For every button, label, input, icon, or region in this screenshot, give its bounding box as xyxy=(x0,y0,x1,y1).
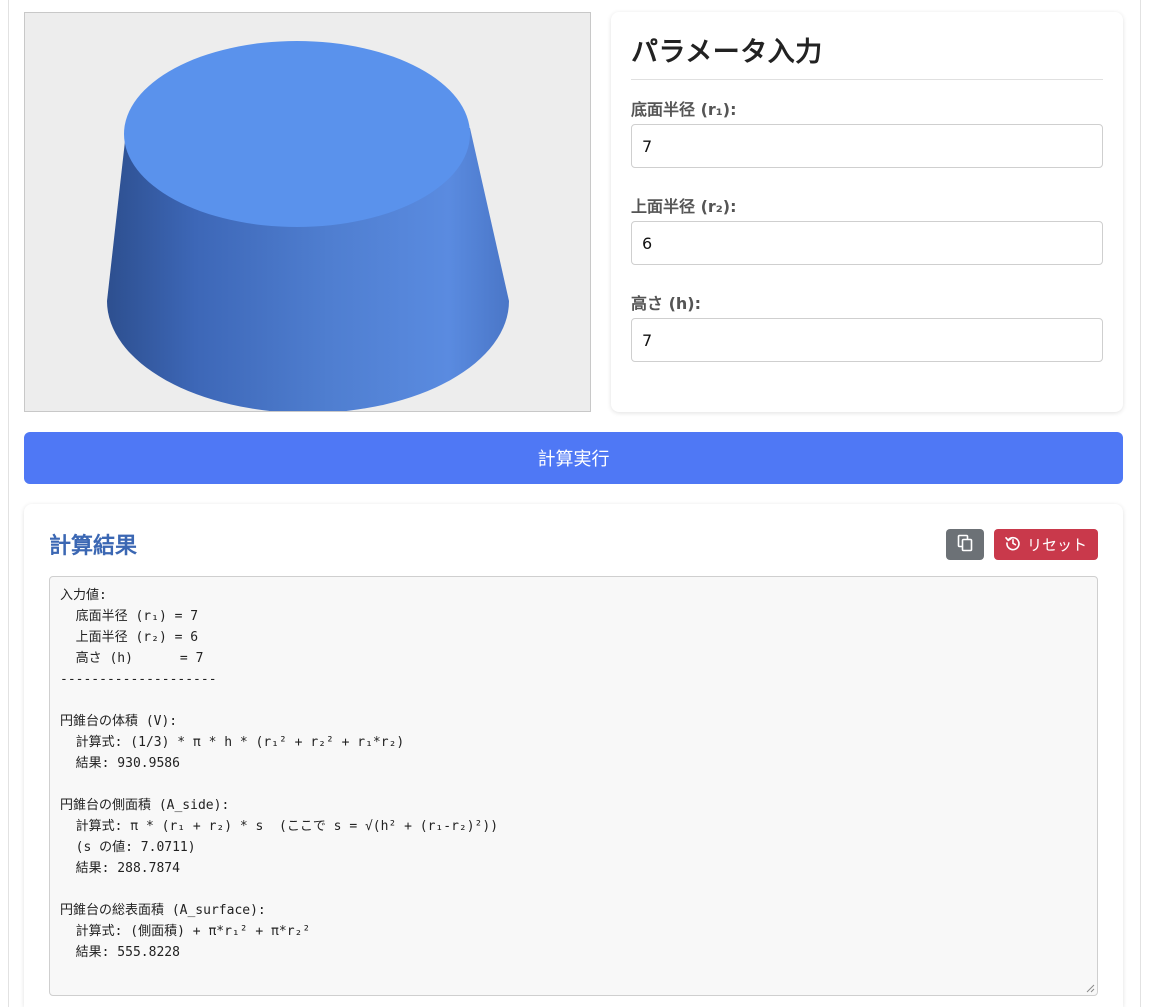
top-radius-input[interactable] xyxy=(631,221,1103,265)
parameter-panel-title: パラメータ入力 xyxy=(631,30,1103,80)
history-icon xyxy=(1005,535,1021,555)
calculate-button[interactable]: 計算実行 xyxy=(24,432,1123,484)
result-line: 結果: 930.9586 xyxy=(60,756,180,771)
result-line xyxy=(60,879,1087,900)
bottom-radius-label: 底面半径 (r₁): xyxy=(631,100,737,119)
result-line: 上面半径 (r₂) = 6 xyxy=(60,630,199,645)
copy-icon xyxy=(957,534,973,555)
result-line: 計算式: (側面積) + π*r₁² + π*r₂² xyxy=(60,924,311,939)
reset-button-label: リセット xyxy=(1026,536,1087,554)
result-line: 計算式: π * (r₁ + r₂) * s (ここで s = √(h² + (… xyxy=(60,819,499,834)
result-line: 計算式: (1/3) * π * h * (r₁² + r₂² + r₁*r₂) xyxy=(60,735,405,750)
result-line: 入力値: xyxy=(60,588,107,603)
result-line: 結果: 555.8228 xyxy=(60,945,180,960)
result-line: 円錐台の側面積 (A_side): xyxy=(60,798,230,813)
height-input[interactable] xyxy=(631,318,1103,362)
copy-button[interactable] xyxy=(946,529,984,560)
result-textarea[interactable]: 入力値: 底面半径 (r₁) = 7 上面半径 (r₂) = 6 高さ (h) … xyxy=(49,576,1098,996)
result-line: -------------------- xyxy=(60,672,217,687)
frustum-top xyxy=(124,41,470,227)
reset-button[interactable]: リセット xyxy=(994,529,1098,560)
resize-grip-icon[interactable] xyxy=(1085,983,1095,993)
result-line: 結果: 288.7874 xyxy=(60,861,180,876)
result-line xyxy=(60,690,1087,711)
result-line: 底面半径 (r₁) = 7 xyxy=(60,609,199,624)
result-line: (s の値: 7.0711) xyxy=(60,840,196,855)
frustum-render xyxy=(107,41,509,411)
result-line: 円錐台の総表面積 (A_surface): xyxy=(60,903,266,918)
frustum-3d-view[interactable] xyxy=(24,12,591,412)
parameter-panel: パラメータ入力 底面半径 (r₁): 上面半径 (r₂): 高さ (h): xyxy=(611,12,1123,412)
result-line xyxy=(60,774,1087,795)
result-header: 計算結果 リセット xyxy=(49,528,1098,576)
result-panel: 計算結果 リセット 入力値: 底面半径 (r₁) = 7 上面半径 (r₂) =… xyxy=(24,504,1123,1007)
result-title: 計算結果 xyxy=(49,534,138,559)
bottom-radius-input[interactable] xyxy=(631,124,1103,168)
result-line: 円錐台の体積 (V): xyxy=(60,714,178,729)
result-line: 高さ (h) = 7 xyxy=(60,651,204,666)
top-radius-label: 上面半径 (r₂): xyxy=(631,197,737,216)
height-label: 高さ (h): xyxy=(631,294,701,313)
